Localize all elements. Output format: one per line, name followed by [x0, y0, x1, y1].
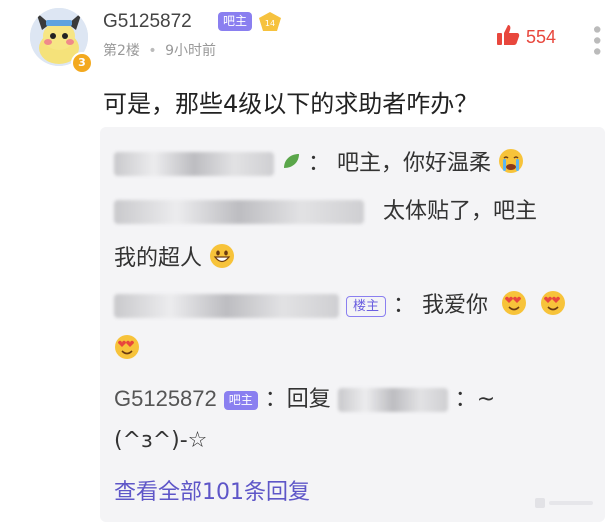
- post-content: 可是，那些4级以下的求助者咋办？: [103, 90, 479, 118]
- heart-eyes-face-icon: [540, 290, 566, 322]
- reply-username[interactable]: G5125872: [114, 386, 217, 411]
- reply-text: 我爱你: [422, 293, 489, 318]
- more-options-icon[interactable]: •••: [583, 23, 608, 56]
- leaf-icon: [281, 151, 301, 177]
- crying-face-icon: [498, 148, 524, 180]
- reply-text: 太体贴了，吧主: [383, 199, 538, 224]
- op-tag: 楼主: [346, 295, 387, 317]
- owner-tag: 吧主: [223, 390, 258, 410]
- reply-item[interactable]: ： 吧主，你好温柔: [114, 145, 524, 180]
- grinning-face-icon: [209, 243, 235, 275]
- reply-continuation: 我的超人: [114, 240, 235, 275]
- blurred-username: [114, 294, 339, 318]
- meta-dot: •: [148, 43, 157, 59]
- floor-number: 第2楼: [103, 43, 140, 59]
- avatar-level-badge: 3: [71, 52, 93, 74]
- blurred-username: [114, 152, 274, 176]
- reply-continuation: [114, 334, 140, 366]
- reply-separator: ：: [393, 293, 416, 318]
- reply-text: 吧主，你好温柔: [337, 151, 492, 176]
- level-badge-text: 14: [265, 19, 275, 28]
- reply-separator: ：: [308, 151, 331, 176]
- reply-panel: ： 吧主，你好温柔 太体贴了，吧主 我的超人 楼主 ： 我爱你 G5125872…: [100, 127, 605, 522]
- reply-text: 我的超人: [114, 246, 203, 271]
- like-count: 554: [526, 26, 557, 47]
- reply-continuation: (^з^)-☆: [114, 428, 207, 453]
- reply-text: (^з^)-☆: [114, 428, 208, 453]
- view-all-replies-link[interactable]: 查看全部101条回复: [114, 474, 310, 506]
- level-badge-icon: 14: [258, 11, 282, 33]
- owner-tag: 吧主: [218, 12, 253, 31]
- reply-item[interactable]: G5125872 吧主 ：回复 ：~: [114, 381, 495, 413]
- thumbs-up-icon: [496, 24, 520, 50]
- watermark: [535, 497, 595, 512]
- username[interactable]: G5125872: [103, 11, 192, 33]
- reply-text: ：回复: [264, 387, 331, 412]
- heart-eyes-face-icon: [501, 290, 527, 322]
- heart-eyes-face-icon: [114, 334, 140, 366]
- blurred-username: [114, 200, 364, 224]
- blurred-username: [337, 388, 448, 412]
- post-time: 9小时前: [165, 43, 217, 59]
- like-button[interactable]: 554: [496, 24, 556, 50]
- reply-item[interactable]: 楼主 ： 我爱你: [114, 287, 566, 322]
- reply-item[interactable]: 太体贴了，吧主: [114, 193, 537, 225]
- post-meta: 第2楼 • 9小时前: [103, 40, 216, 60]
- reply-text-end: ：~: [454, 387, 496, 412]
